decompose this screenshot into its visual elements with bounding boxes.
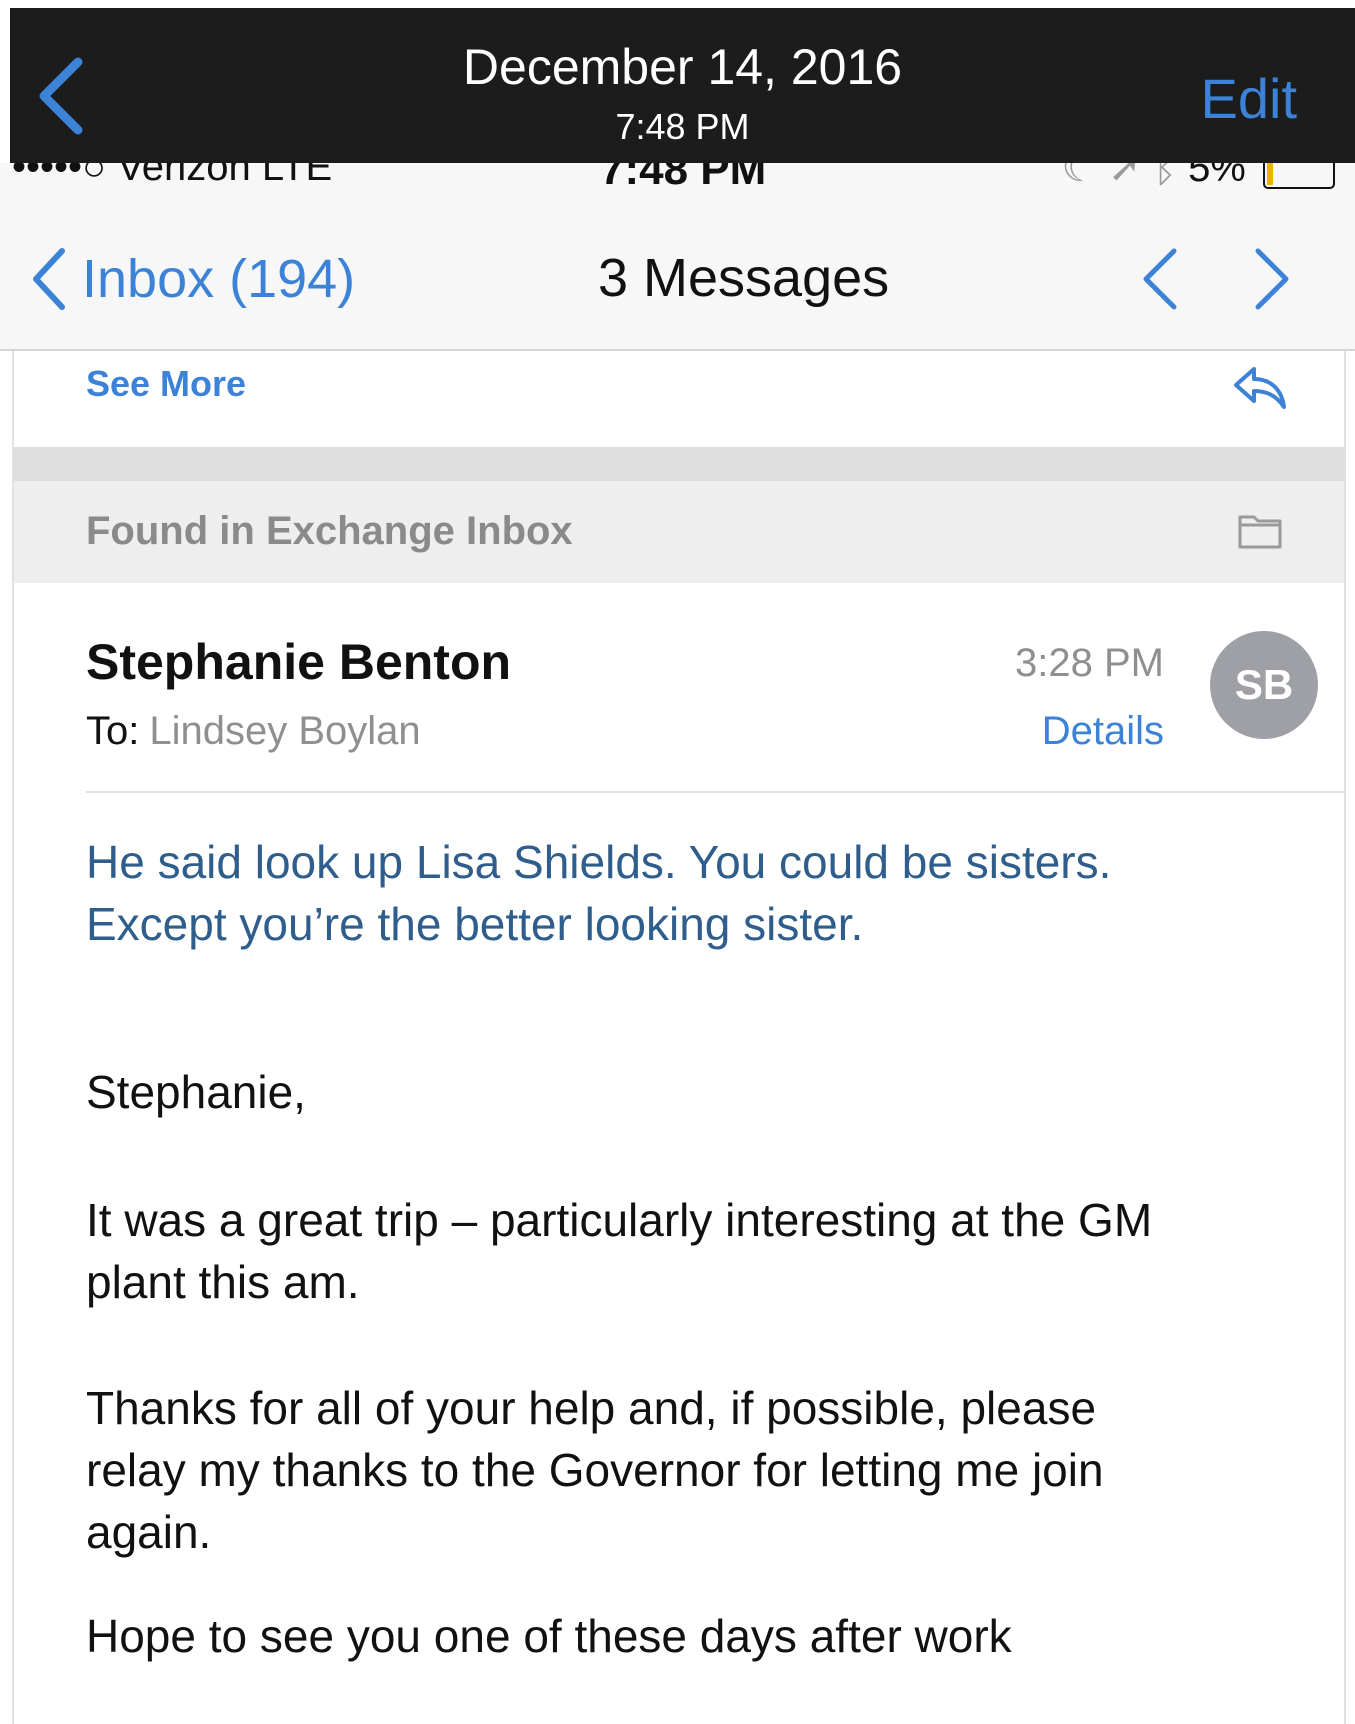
quoted-text: He said look up Lisa Shields. You could … (86, 831, 1306, 955)
chevron-down-icon (1255, 248, 1289, 310)
greeting: Stephanie, (86, 1066, 306, 1118)
moon-icon: ☾ (1061, 163, 1098, 190)
viewer-date: December 14, 2016 (462, 39, 903, 95)
move-to-folder-button[interactable] (1238, 513, 1282, 554)
chevron-up-icon (1143, 248, 1177, 310)
viewer-time: 7:48 PM (615, 106, 750, 147)
status-time: 7:48 PM (600, 163, 767, 194)
thread-title: 3 Messages (598, 248, 890, 308)
next-message-button[interactable] (1250, 247, 1294, 316)
sender-name[interactable]: Stephanie Benton (86, 633, 511, 691)
recipient-name[interactable]: Lindsey Boylan (149, 709, 420, 753)
screen: December 14, 2016 7:48 PM Edit •••••○ Ve… (0, 0, 1355, 1724)
message-thread: See More Found in Exchange Inbox Stephan… (12, 351, 1346, 1724)
body-line: Thanks for all of your help and, if poss… (86, 1382, 1097, 1434)
body-paragraph: It was a great trip – particularly inter… (86, 1189, 1306, 1313)
reply-button[interactable] (1232, 363, 1288, 416)
body-line: plant this am. (86, 1256, 360, 1308)
details-link[interactable]: Details (1042, 709, 1164, 754)
quoted-line: He said look up Lisa Shields. You could … (86, 836, 1112, 888)
previous-message-button[interactable] (1138, 247, 1182, 316)
viewer-top-bar: December 14, 2016 7:48 PM Edit (10, 8, 1355, 163)
see-more-link[interactable]: See More (86, 363, 246, 405)
location-icon: ➚ (1108, 163, 1142, 190)
folder-icon (1238, 515, 1282, 549)
inbox-back-label: Inbox (194) (82, 249, 356, 309)
avatar[interactable]: SB (1210, 631, 1318, 739)
chevron-left-icon (33, 248, 65, 310)
to-label: To: (86, 709, 140, 753)
battery-percent: 5% (1188, 163, 1246, 190)
message-separator (14, 447, 1344, 481)
found-in-banner: Found in Exchange Inbox (14, 481, 1344, 583)
body-paragraph: Thanks for all of your help and, if poss… (86, 1377, 1306, 1563)
inbox-back-button[interactable]: Inbox (194) (30, 247, 355, 311)
carrier-signal: •••••○ Verizon LTE (12, 163, 333, 189)
recipient-line: To: Lindsey Boylan (86, 709, 421, 754)
status-indicators: ☾ ➚ ᛒ 5% (1061, 163, 1335, 191)
mail-nav-bar: Inbox (194) 3 Messages (0, 199, 1355, 351)
body-line: relay my thanks to the Governor for lett… (86, 1444, 1104, 1496)
body-line: Hope to see you one of these days after … (86, 1610, 1012, 1662)
battery-icon (1263, 163, 1335, 190)
body-line: It was a great trip – particularly inter… (86, 1194, 1153, 1246)
reply-icon (1234, 367, 1286, 409)
bluetooth-icon: ᛒ (1152, 163, 1177, 190)
found-in-label: Found in Exchange Inbox (86, 509, 573, 553)
quoted-line: Except you’re the better looking sister. (86, 898, 864, 950)
body-paragraph: Hope to see you one of these days after … (86, 1605, 1306, 1667)
header-divider (86, 791, 1344, 793)
status-bar: •••••○ Verizon LTE 7:48 PM ☾ ➚ ᛒ 5% (0, 163, 1355, 199)
body-line: again. (86, 1506, 212, 1558)
edit-button[interactable]: Edit (1201, 66, 1298, 131)
message-time: 3:28 PM (1015, 641, 1164, 685)
